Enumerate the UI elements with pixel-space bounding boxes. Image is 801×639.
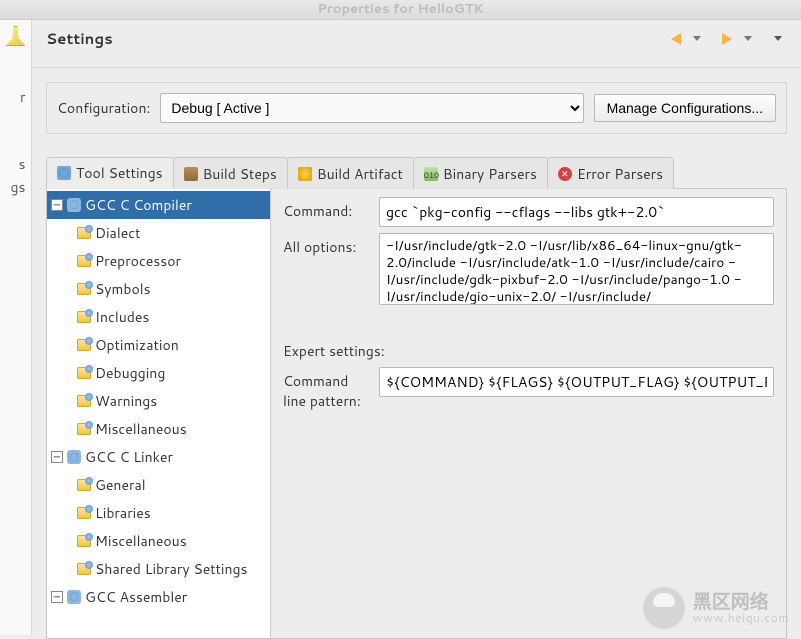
- tree-label: Symbols: [95, 279, 151, 299]
- option-icon: [77, 339, 91, 351]
- error-icon: [558, 167, 572, 181]
- gear-icon: [67, 198, 81, 212]
- option-icon: [77, 479, 91, 491]
- option-icon: [77, 395, 91, 407]
- tab-build-artifact[interactable]: Build Artifact: [287, 157, 414, 189]
- configuration-label: Configuration:: [57, 98, 150, 118]
- tree-item-shared-library-settings[interactable]: Shared Library Settings: [47, 555, 270, 583]
- tree-label: Dialect: [95, 223, 140, 243]
- settings-tree[interactable]: − GCC C Compiler Dialect Preprocessor Sy…: [47, 189, 271, 638]
- option-icon: [77, 311, 91, 323]
- configuration-select[interactable]: Debug [ Active ]: [160, 93, 583, 123]
- page-header: Settings: [32, 20, 801, 68]
- tree-label: Includes: [95, 307, 149, 327]
- nav-back-button[interactable]: [667, 30, 685, 48]
- tree-item-general[interactable]: General: [47, 471, 270, 499]
- tree-item-symbols[interactable]: Symbols: [47, 275, 270, 303]
- tree-label: Warnings: [95, 391, 157, 411]
- command-input[interactable]: [379, 197, 774, 227]
- configuration-row: Configuration: Debug [ Active ] Manage C…: [46, 82, 787, 134]
- all-options-textarea[interactable]: -I/usr/include/gtk-2.0 -I/usr/lib/x86_64…: [379, 233, 774, 305]
- arrow-left-icon: [671, 33, 681, 45]
- manage-configurations-button[interactable]: Manage Configurations...: [594, 94, 776, 122]
- command-label: Command:: [283, 197, 371, 221]
- window-title: Properties for HelloGTK: [0, 0, 801, 20]
- chevron-down-icon: [744, 36, 752, 41]
- chevron-down-icon: [774, 36, 782, 41]
- tree-group-gcc-c-linker[interactable]: − GCC C Linker: [47, 443, 270, 471]
- filter-icon[interactable]: [6, 26, 26, 46]
- nav-forward-menu[interactable]: [739, 30, 757, 48]
- tree-item-miscellaneous[interactable]: Miscellaneous: [47, 415, 270, 443]
- tree-item-debugging[interactable]: Debugging: [47, 359, 270, 387]
- tree-label: GCC C Compiler: [85, 195, 192, 215]
- expert-settings-label: Expert settings:: [283, 341, 774, 361]
- settings-icon: [57, 166, 71, 180]
- option-icon: [77, 535, 91, 547]
- artifact-icon: [298, 167, 312, 181]
- left-sidebar-strip: r s gs: [0, 20, 32, 635]
- tree-item-optimization[interactable]: Optimization: [47, 331, 270, 359]
- tree-label: Shared Library Settings: [95, 559, 248, 579]
- hammer-icon: [184, 167, 198, 181]
- tab-tool-settings[interactable]: Tool Settings: [46, 157, 174, 189]
- tree-item-dialect[interactable]: Dialect: [47, 219, 270, 247]
- tree-label: Miscellaneous: [95, 531, 187, 551]
- option-icon: [77, 255, 91, 267]
- option-icon: [77, 423, 91, 435]
- tree-item-includes[interactable]: Includes: [47, 303, 270, 331]
- tool-settings-form: Command: All options: -I/usr/include/gtk…: [271, 189, 786, 638]
- collapse-icon[interactable]: −: [51, 451, 63, 463]
- gear-icon: [67, 590, 81, 604]
- binary-icon: [424, 167, 438, 181]
- tree-item-libraries[interactable]: Libraries: [47, 499, 270, 527]
- option-icon: [77, 507, 91, 519]
- nav-back-menu[interactable]: [688, 30, 706, 48]
- collapse-icon[interactable]: −: [51, 591, 63, 603]
- tree-label: Optimization: [95, 335, 179, 355]
- option-icon: [77, 367, 91, 379]
- command-line-pattern-label: Command line pattern:: [283, 367, 371, 411]
- tree-label: Libraries: [95, 503, 151, 523]
- tab-row: Tool Settings Build Steps Build Artifact…: [46, 156, 787, 189]
- tree-item-warnings[interactable]: Warnings: [47, 387, 270, 415]
- tree-group-gcc-c-compiler[interactable]: − GCC C Compiler: [47, 191, 270, 219]
- arrow-right-icon: [722, 33, 732, 45]
- tree-label: GCC C Linker: [85, 447, 173, 467]
- option-icon: [77, 227, 91, 239]
- tab-binary-parsers[interactable]: Binary Parsers: [413, 157, 548, 189]
- tree-label: Preprocessor: [95, 251, 181, 271]
- tab-error-parsers[interactable]: Error Parsers: [547, 157, 674, 189]
- nav-forward-button[interactable]: [718, 30, 736, 48]
- chevron-down-icon: [693, 36, 701, 41]
- option-icon: [77, 283, 91, 295]
- truncated-nav-fragments: r s gs: [6, 86, 26, 198]
- tree-item-preprocessor[interactable]: Preprocessor: [47, 247, 270, 275]
- gear-icon: [67, 450, 81, 464]
- tree-label: GCC Assembler: [85, 587, 187, 607]
- tab-build-steps[interactable]: Build Steps: [173, 157, 288, 189]
- collapse-icon[interactable]: −: [51, 199, 63, 211]
- tree-label: General: [95, 475, 146, 495]
- tree-group-gcc-assembler[interactable]: − GCC Assembler: [47, 583, 270, 611]
- all-options-label: All options:: [283, 233, 371, 257]
- command-line-pattern-input[interactable]: [379, 367, 774, 397]
- tree-label: Debugging: [95, 363, 165, 383]
- option-icon: [77, 563, 91, 575]
- tree-label: Miscellaneous: [95, 419, 187, 439]
- view-menu-button[interactable]: [769, 30, 787, 48]
- page-title: Settings: [46, 28, 113, 49]
- tree-item-miscellaneous-linker[interactable]: Miscellaneous: [47, 527, 270, 555]
